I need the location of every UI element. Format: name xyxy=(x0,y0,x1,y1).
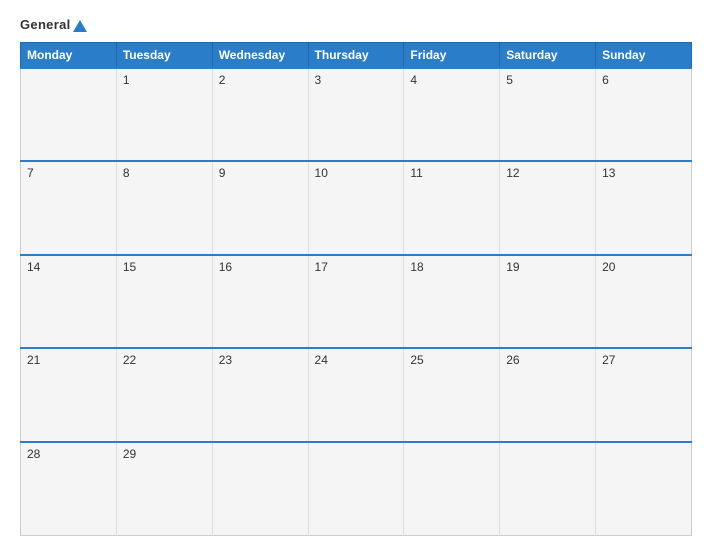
day-number: 1 xyxy=(123,73,130,87)
day-number: 29 xyxy=(123,447,136,461)
calendar-day-cell: 13 xyxy=(596,161,692,255)
calendar-day-cell: 16 xyxy=(212,255,308,349)
day-number: 26 xyxy=(506,353,519,367)
day-number: 23 xyxy=(219,353,232,367)
calendar-day-cell: 4 xyxy=(404,68,500,162)
calendar-week-row: 21 22 23 24 25 26 27 xyxy=(21,348,692,442)
calendar-day-cell: 15 xyxy=(116,255,212,349)
calendar-week-row: 1 2 3 4 5 6 xyxy=(21,68,692,162)
day-number: 4 xyxy=(410,73,417,87)
day-number: 27 xyxy=(602,353,615,367)
calendar-day-cell xyxy=(596,442,692,536)
calendar-day-cell: 3 xyxy=(308,68,404,162)
calendar-day-cell: 17 xyxy=(308,255,404,349)
calendar-day-cell: 7 xyxy=(21,161,117,255)
day-number: 6 xyxy=(602,73,609,87)
calendar-page: General MondayTuesdayWednesdayThursdayFr… xyxy=(0,0,712,550)
calendar-day-cell: 14 xyxy=(21,255,117,349)
calendar-day-cell: 28 xyxy=(21,442,117,536)
day-number: 25 xyxy=(410,353,423,367)
calendar-day-cell: 2 xyxy=(212,68,308,162)
calendar-day-cell xyxy=(21,68,117,162)
calendar-day-cell: 26 xyxy=(500,348,596,442)
calendar-day-cell: 29 xyxy=(116,442,212,536)
logo-general-text: General xyxy=(20,18,87,32)
calendar-day-cell: 23 xyxy=(212,348,308,442)
day-number: 14 xyxy=(27,260,40,274)
calendar-day-cell: 1 xyxy=(116,68,212,162)
weekday-header-monday: Monday xyxy=(21,42,117,68)
day-number: 15 xyxy=(123,260,136,274)
calendar-day-cell xyxy=(500,442,596,536)
day-number: 18 xyxy=(410,260,423,274)
calendar-week-row: 7 8 9 10 11 12 13 xyxy=(21,161,692,255)
calendar-day-cell: 9 xyxy=(212,161,308,255)
calendar-week-row: 28 29 xyxy=(21,442,692,536)
logo-triangle-icon xyxy=(73,20,87,32)
day-number: 19 xyxy=(506,260,519,274)
calendar-day-cell: 18 xyxy=(404,255,500,349)
day-number: 8 xyxy=(123,166,130,180)
day-number: 3 xyxy=(315,73,322,87)
calendar-day-cell: 25 xyxy=(404,348,500,442)
weekday-header-sunday: Sunday xyxy=(596,42,692,68)
day-number: 24 xyxy=(315,353,328,367)
calendar-day-cell xyxy=(308,442,404,536)
day-number: 9 xyxy=(219,166,226,180)
calendar-thead: MondayTuesdayWednesdayThursdayFridaySatu… xyxy=(21,42,692,68)
day-number: 17 xyxy=(315,260,328,274)
calendar-header: General xyxy=(20,18,692,32)
calendar-day-cell: 11 xyxy=(404,161,500,255)
calendar-day-cell: 27 xyxy=(596,348,692,442)
calendar-day-cell xyxy=(404,442,500,536)
day-number: 22 xyxy=(123,353,136,367)
calendar-day-cell: 19 xyxy=(500,255,596,349)
calendar-day-cell: 10 xyxy=(308,161,404,255)
calendar-day-cell: 5 xyxy=(500,68,596,162)
calendar-week-row: 14 15 16 17 18 19 20 xyxy=(21,255,692,349)
calendar-day-cell: 12 xyxy=(500,161,596,255)
calendar-day-cell: 21 xyxy=(21,348,117,442)
day-number: 7 xyxy=(27,166,34,180)
day-number: 10 xyxy=(315,166,328,180)
weekday-header-row: MondayTuesdayWednesdayThursdayFridaySatu… xyxy=(21,42,692,68)
day-number: 21 xyxy=(27,353,40,367)
day-number: 16 xyxy=(219,260,232,274)
calendar-day-cell: 6 xyxy=(596,68,692,162)
calendar-day-cell: 20 xyxy=(596,255,692,349)
logo: General xyxy=(20,18,87,32)
weekday-header-saturday: Saturday xyxy=(500,42,596,68)
calendar-day-cell xyxy=(212,442,308,536)
day-number: 13 xyxy=(602,166,615,180)
day-number: 2 xyxy=(219,73,226,87)
day-number: 5 xyxy=(506,73,513,87)
day-number: 12 xyxy=(506,166,519,180)
weekday-header-tuesday: Tuesday xyxy=(116,42,212,68)
day-number: 11 xyxy=(410,166,422,180)
weekday-header-thursday: Thursday xyxy=(308,42,404,68)
weekday-header-wednesday: Wednesday xyxy=(212,42,308,68)
calendar-day-cell: 22 xyxy=(116,348,212,442)
day-number: 28 xyxy=(27,447,40,461)
calendar-table: MondayTuesdayWednesdayThursdayFridaySatu… xyxy=(20,42,692,536)
calendar-tbody: 1234567891011121314151617181920212223242… xyxy=(21,68,692,536)
calendar-day-cell: 8 xyxy=(116,161,212,255)
day-number: 20 xyxy=(602,260,615,274)
weekday-header-friday: Friday xyxy=(404,42,500,68)
calendar-day-cell: 24 xyxy=(308,348,404,442)
